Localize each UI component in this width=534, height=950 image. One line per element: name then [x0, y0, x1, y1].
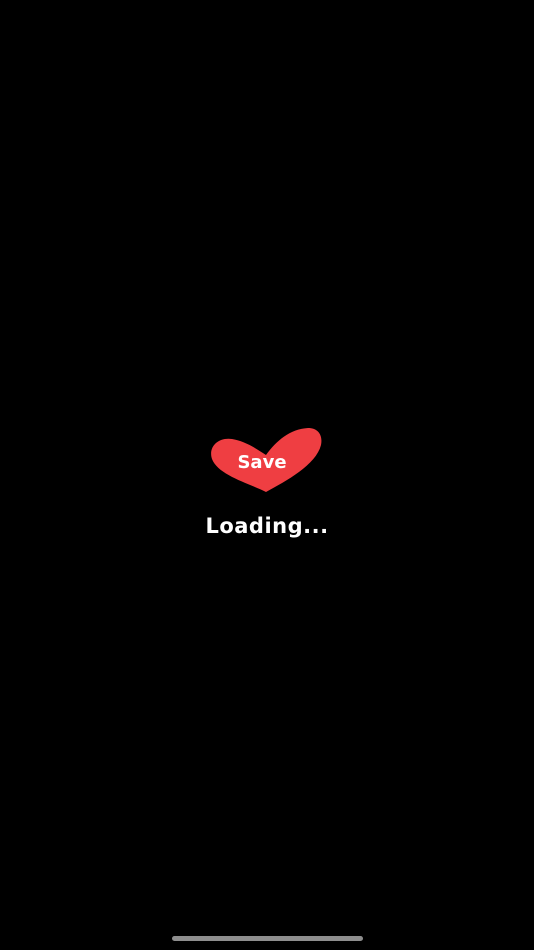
logo-text: Save	[237, 452, 287, 473]
app-logo: Save	[210, 427, 324, 495]
home-indicator[interactable]	[172, 936, 363, 941]
loading-label: Loading...	[205, 514, 329, 538]
